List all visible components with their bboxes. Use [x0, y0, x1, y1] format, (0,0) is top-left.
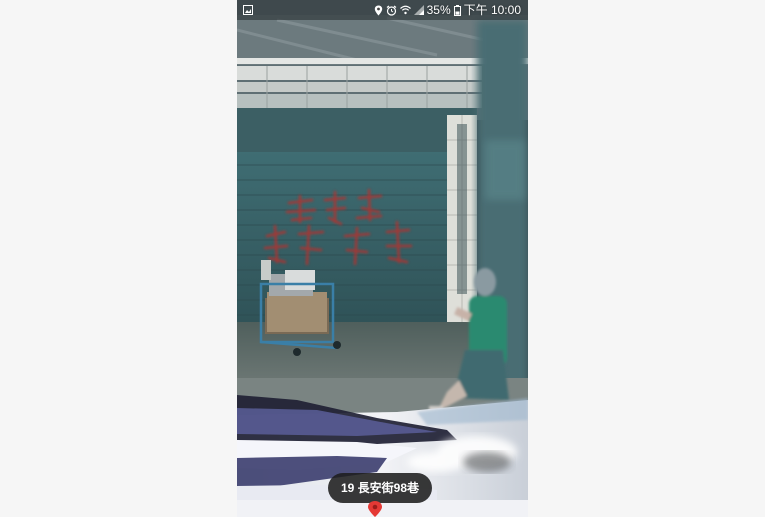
battery-icon: [453, 4, 461, 16]
clock: 下午 10:00: [463, 3, 521, 17]
battery-percentage: 35%: [426, 3, 451, 17]
wifi-icon: [399, 5, 411, 15]
address-chip[interactable]: 19 長安街98巷: [328, 473, 433, 503]
phone-screen: 35% 下午 10:00 19 長安街98巷: [237, 0, 528, 517]
signal-icon: [413, 5, 424, 15]
status-bar: 35% 下午 10:00: [237, 0, 528, 20]
alarm-icon: [386, 5, 397, 16]
location-pin-icon: [368, 501, 382, 517]
address-label: 19 長安街98巷: [341, 481, 420, 495]
street-view-panorama[interactable]: [237, 0, 528, 517]
location-icon: [374, 5, 383, 16]
gallery-notification-icon: [243, 5, 253, 15]
